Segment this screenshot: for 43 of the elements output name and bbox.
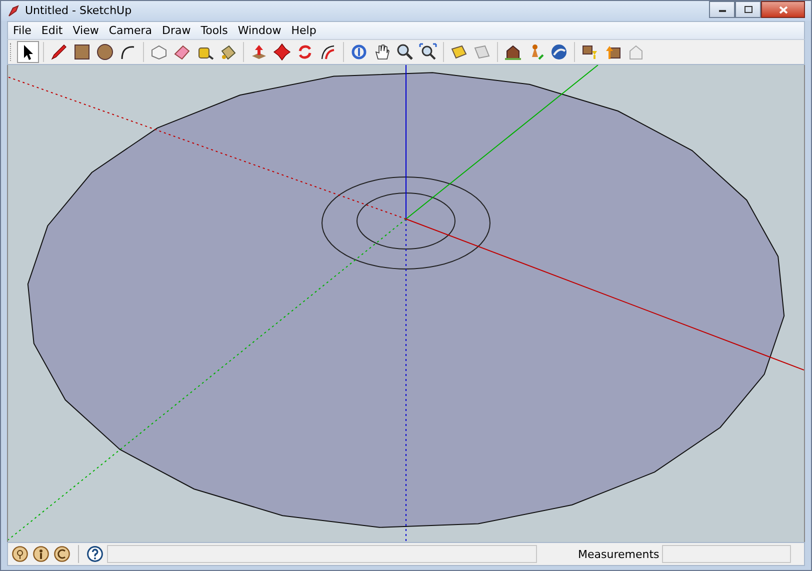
menu-item[interactable]: Camera <box>104 24 158 37</box>
menu-item[interactable]: Window <box>232 24 286 37</box>
app-logo-icon <box>7 4 21 18</box>
hand-icon <box>373 43 391 62</box>
maximize-icon <box>744 6 752 13</box>
eraser-icon <box>173 43 191 62</box>
location-pin-icon <box>12 546 28 562</box>
menu-item[interactable]: Help <box>286 24 322 37</box>
help-icon <box>87 546 103 562</box>
menu-item[interactable]: Tools <box>196 24 233 37</box>
globe-icon <box>550 43 568 62</box>
rectangle-icon <box>73 43 91 62</box>
circle-icon <box>96 43 114 62</box>
menu-item[interactable]: Draw <box>157 24 196 37</box>
help-button[interactable] <box>86 545 104 564</box>
push-pull-icon <box>250 43 268 62</box>
person-icon <box>33 546 49 562</box>
rotate-arrows-icon <box>296 43 314 62</box>
close-icon <box>778 6 788 14</box>
pencil-icon <box>50 43 68 62</box>
measurements-label: Measurements <box>578 548 660 561</box>
menu-item[interactable]: File <box>8 24 36 37</box>
window-title: Untitled - SketchUp <box>25 4 132 18</box>
zoom-icon <box>396 43 414 62</box>
four-arrows-icon <box>273 43 291 62</box>
boxes-icon <box>581 43 599 62</box>
measurements-field[interactable] <box>662 545 791 564</box>
paint-bucket-icon <box>219 43 237 62</box>
house-icon <box>504 43 522 62</box>
house-outline-icon <box>627 43 645 62</box>
offset-icon <box>319 43 337 62</box>
toolbar-button[interactable] <box>17 41 39 64</box>
maximize-button[interactable] <box>735 1 761 18</box>
zoom-extents-icon <box>419 43 437 62</box>
close-button[interactable] <box>761 1 805 18</box>
menu-item[interactable]: Edit <box>36 24 68 37</box>
circle-c-icon <box>54 546 70 562</box>
status-button[interactable] <box>32 545 50 564</box>
status-button[interactable] <box>11 545 29 564</box>
arc-icon <box>119 43 137 62</box>
menu-item[interactable]: View <box>68 24 104 37</box>
minimize-button[interactable] <box>709 1 735 18</box>
status-button[interactable] <box>53 545 71 564</box>
